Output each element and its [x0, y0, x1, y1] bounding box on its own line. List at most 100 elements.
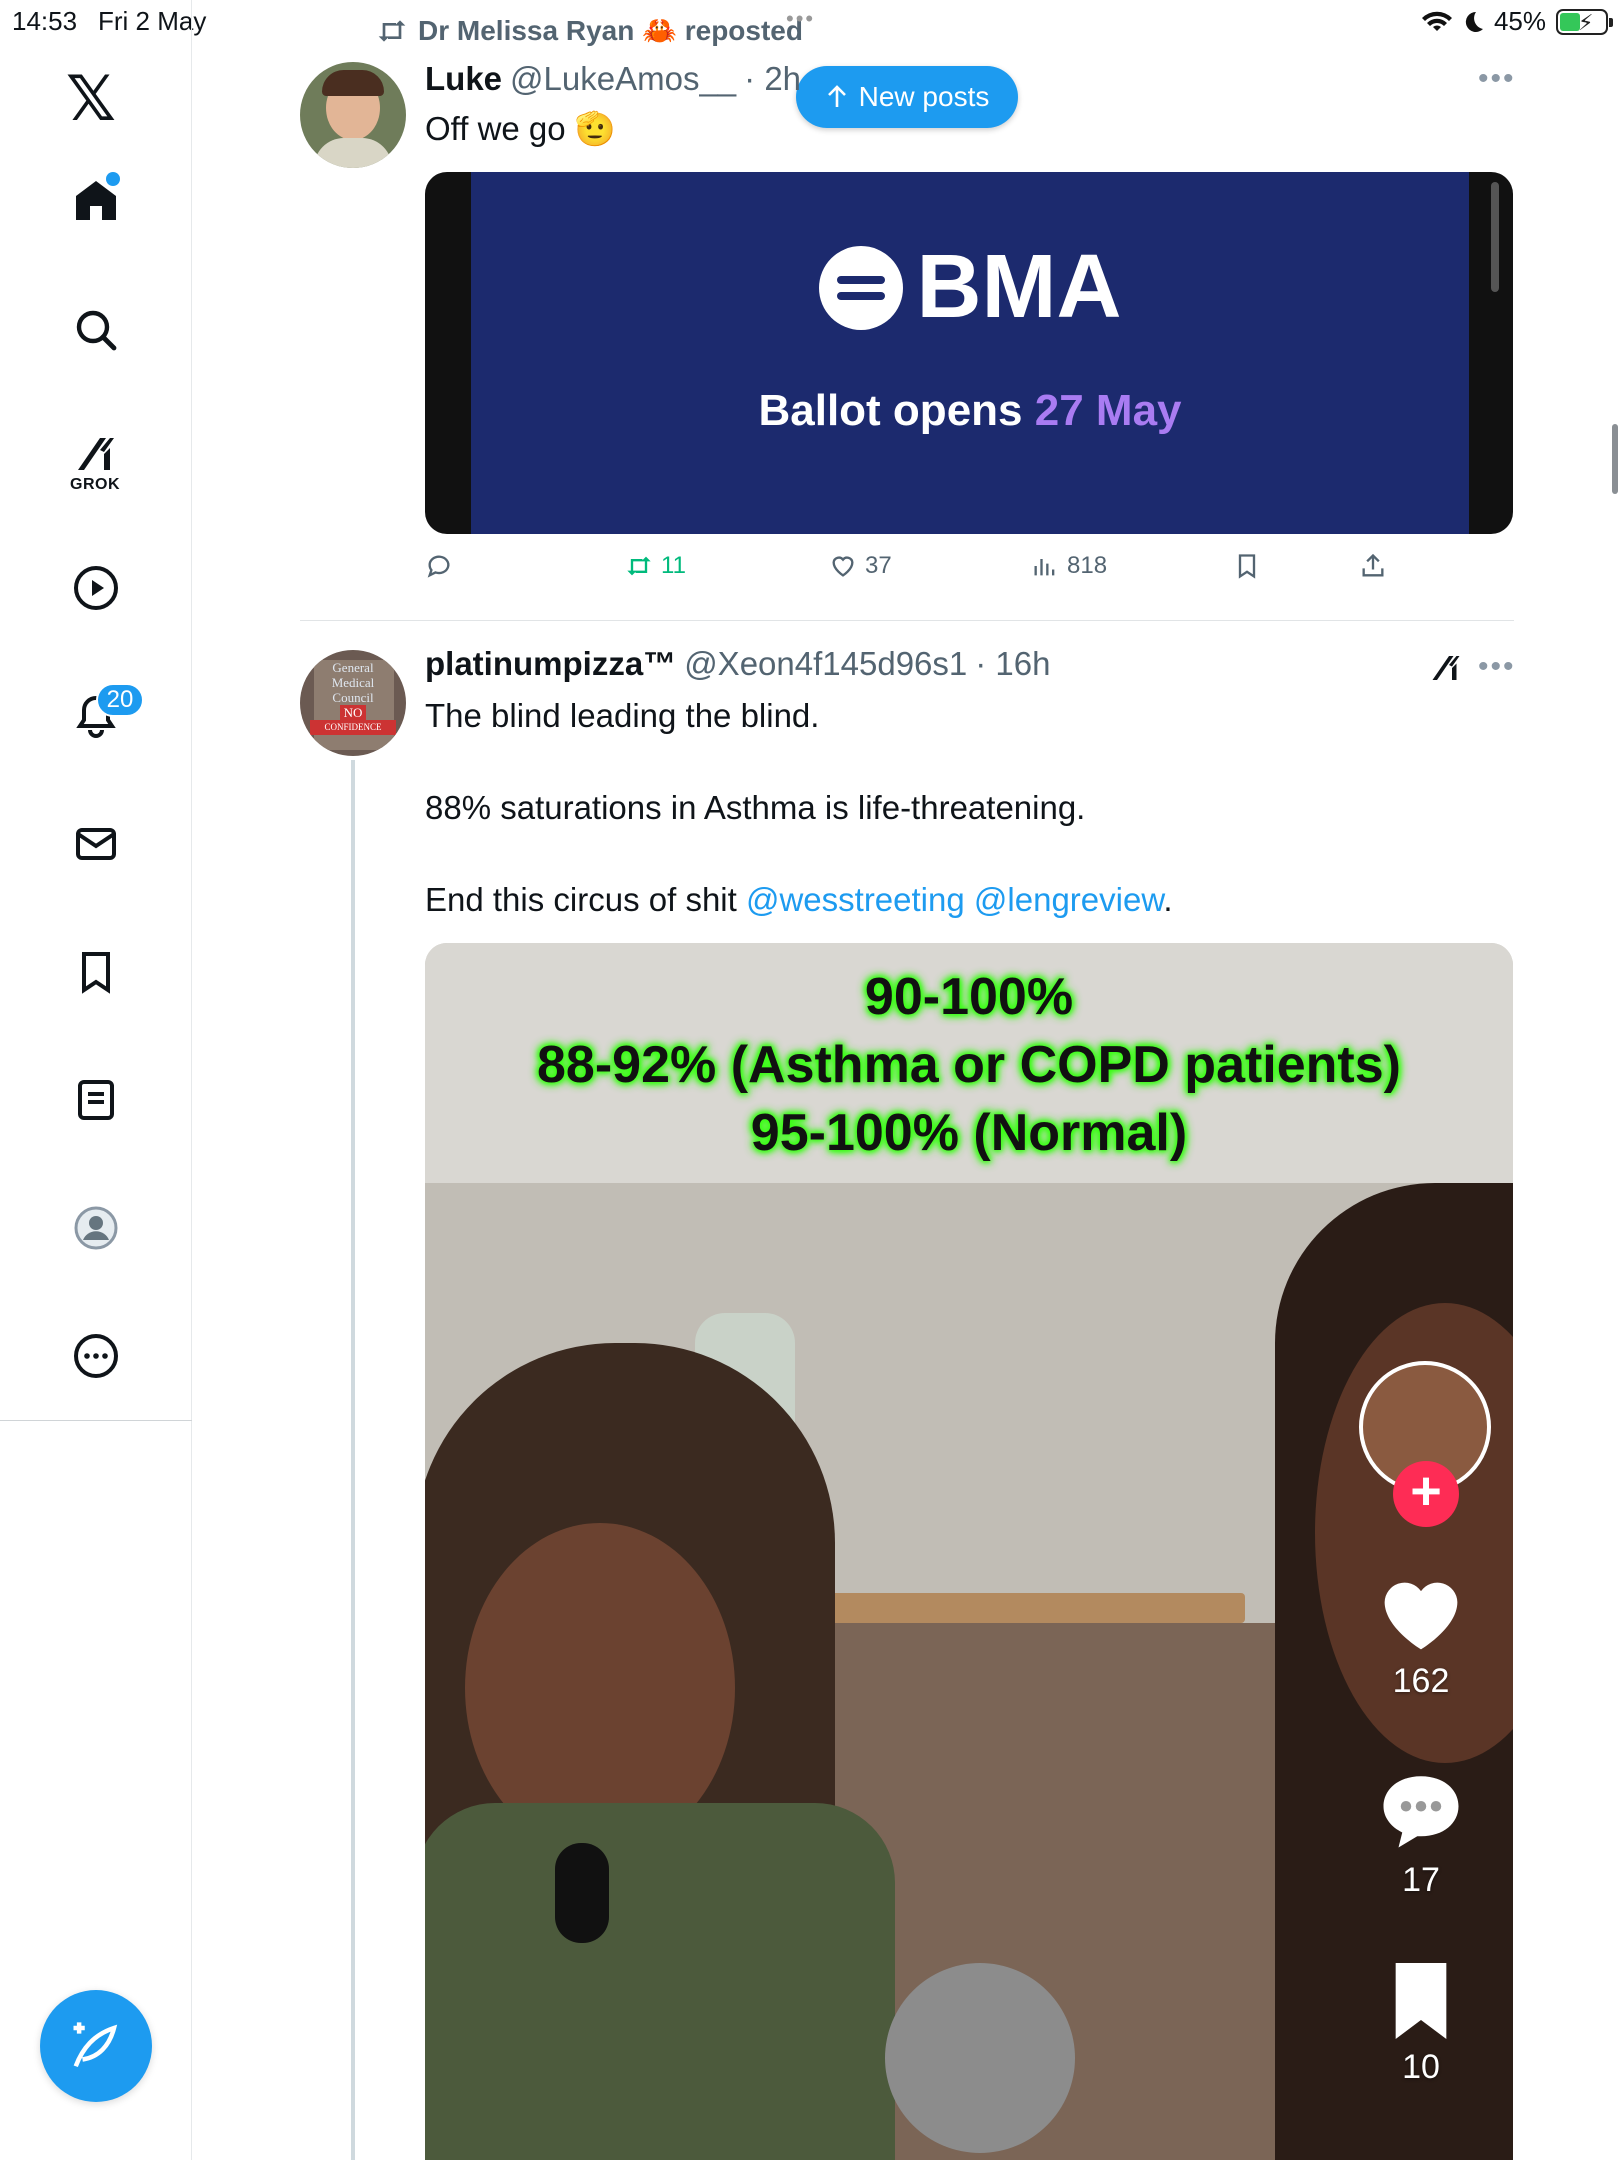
avatar-text-line: Council [332, 690, 374, 705]
compose-feather-icon [73, 2022, 118, 2068]
views-count: 818 [1067, 552, 1108, 579]
tiktok-like-count: 162 [1392, 1662, 1450, 1700]
new-posts-label: New posts [858, 81, 990, 112]
post-line-3: End this circus of shit @wesstreeting @l… [425, 877, 1505, 923]
like-button[interactable]: 37 [829, 552, 892, 580]
thread-line [351, 760, 355, 2160]
status-right: 45% ⚡ [1421, 6, 1613, 37]
home-icon[interactable] [56, 160, 136, 240]
bma-logo-text: BMA [916, 237, 1122, 337]
avatar-text-line: General [332, 660, 374, 675]
post-time[interactable]: · 2h [744, 60, 801, 98]
retweet-button[interactable]: 11 [625, 552, 686, 580]
grok-label: GROK [70, 476, 120, 493]
post-separator [300, 620, 1514, 621]
x-logo-icon[interactable]: 𝕏 [66, 62, 116, 135]
microphone [555, 1843, 609, 1943]
avatar-text-line: CONFIDENCE [310, 720, 396, 735]
repost-banner-text: Dr Melissa Ryan 🦀 reposted [418, 15, 803, 46]
retweet-count: 11 [661, 552, 686, 579]
arrow-up-icon [827, 85, 846, 107]
tiktok-comment-count: 17 [1402, 1861, 1440, 1899]
notifications-badge: 20 [96, 683, 144, 717]
avatar-text-line: Medical [331, 675, 375, 690]
profile-icon[interactable] [56, 1188, 136, 1268]
post-header: Luke @LukeAmos__ · 2h [425, 60, 801, 98]
tiktok-save-count: 10 [1402, 2048, 1440, 2086]
search-icon[interactable] [56, 290, 136, 370]
post-line-1: The blind leading the blind. [425, 697, 820, 734]
views-button[interactable]: 818 [1031, 552, 1107, 580]
reply-button[interactable] [425, 552, 453, 580]
heart-icon [1384, 1582, 1458, 1650]
heart-icon [832, 556, 854, 577]
tiktok-follow-button[interactable]: + [1393, 1461, 1459, 1527]
image-scroll-indicator [1491, 182, 1499, 292]
video-person [425, 1803, 895, 2160]
views-icon [1034, 559, 1055, 576]
handle[interactable]: @Xeon4f145d96s1 [684, 645, 967, 683]
mention-link[interactable]: @lengreview [974, 881, 1163, 918]
bookmark-icon [1395, 1963, 1447, 2039]
ballot-prefix: Ballot opens [758, 386, 1023, 435]
bma-logo: BMA [471, 236, 1469, 339]
drag-handle-dots: ••• [786, 6, 816, 31]
post-time[interactable]: · 16h [975, 645, 1050, 683]
bma-logo-icon [818, 245, 903, 330]
post-image[interactable]: BMA Ballot opens 27 May [425, 172, 1513, 534]
avatar-text-line: NO [339, 705, 367, 720]
post-body: The blind leading the blind. 88% saturat… [425, 693, 1505, 923]
messages-icon[interactable] [56, 804, 136, 884]
microphone [885, 1963, 1075, 2153]
post-text: Off we go 🫡 [425, 110, 616, 147]
post-line-2: 88% saturations in Asthma is life-threat… [425, 789, 1086, 826]
bookmark-icon [1238, 554, 1256, 579]
repost-banner[interactable]: Dr Melissa Ryan 🦀 reposted [376, 14, 803, 47]
grok-explain-icon[interactable] [1428, 650, 1464, 691]
like-count: 37 [865, 552, 892, 579]
share-icon [1362, 553, 1384, 577]
video-background [785, 1593, 1245, 1623]
bookmarks-icon[interactable] [56, 932, 136, 1012]
repost-icon [378, 19, 406, 42]
display-name[interactable]: platinumpizza™ [425, 645, 676, 683]
avatar[interactable] [300, 62, 406, 168]
post-actions: 11 37 818 [425, 548, 1425, 592]
battery-icon: ⚡ [1556, 8, 1613, 35]
new-posts-button[interactable]: New posts [796, 66, 1018, 128]
tiktok-comment-button[interactable]: 17 [1351, 1768, 1491, 1900]
ballot-text: Ballot opens 27 May [471, 386, 1469, 436]
tiktok-like-button[interactable]: 162 [1351, 1573, 1491, 1701]
video-overlay-line: 88-92% (Asthma or COPD patients) [537, 1036, 1401, 1094]
video-overlay-line: 90-100% [864, 968, 1074, 1026]
bookmark-button[interactable] [1233, 552, 1261, 580]
ballot-date: 27 May [1034, 386, 1182, 435]
post-more-icon[interactable]: ••• [1478, 62, 1516, 96]
share-button[interactable] [1359, 552, 1387, 580]
post-header: platinumpizza™ @Xeon4f145d96s1 · 16h [425, 645, 1050, 683]
post-line-3-end: . [1163, 881, 1173, 918]
more-icon[interactable] [56, 1316, 136, 1396]
tiktok-save-button[interactable]: 10 [1351, 1963, 1491, 2087]
moon-icon [1465, 11, 1483, 32]
comment-icon [1383, 1776, 1459, 1848]
nav-divider [0, 1420, 192, 1421]
avatar[interactable]: General Medical Council NO CONFIDENCE [300, 650, 406, 756]
post-more-icon[interactable]: ••• [1478, 650, 1516, 684]
bma-banner: BMA Ballot opens 27 May [471, 172, 1469, 534]
post-line-3-text: End this circus of shit [425, 881, 737, 918]
left-navigation: 𝕏 GROK 20 [0, 0, 192, 2160]
post-video[interactable]: 90-100% 88-92% (Asthma or COPD patients)… [425, 943, 1513, 2160]
retweet-icon [627, 556, 651, 576]
lists-icon[interactable] [56, 1060, 136, 1140]
wifi-icon [1421, 11, 1452, 31]
page-scrollbar[interactable] [1612, 424, 1618, 494]
mention-link[interactable]: @wesstreeting [746, 881, 965, 918]
video-overlay-line: 95-100% (Normal) [750, 1104, 1188, 1162]
video-icon[interactable] [56, 548, 136, 628]
reply-icon [427, 555, 450, 578]
display-name[interactable]: Luke [425, 60, 502, 98]
battery-percent: 45% [1493, 6, 1546, 36]
handle[interactable]: @LukeAmos__ [510, 60, 736, 98]
compose-post-button[interactable] [40, 1990, 152, 2102]
